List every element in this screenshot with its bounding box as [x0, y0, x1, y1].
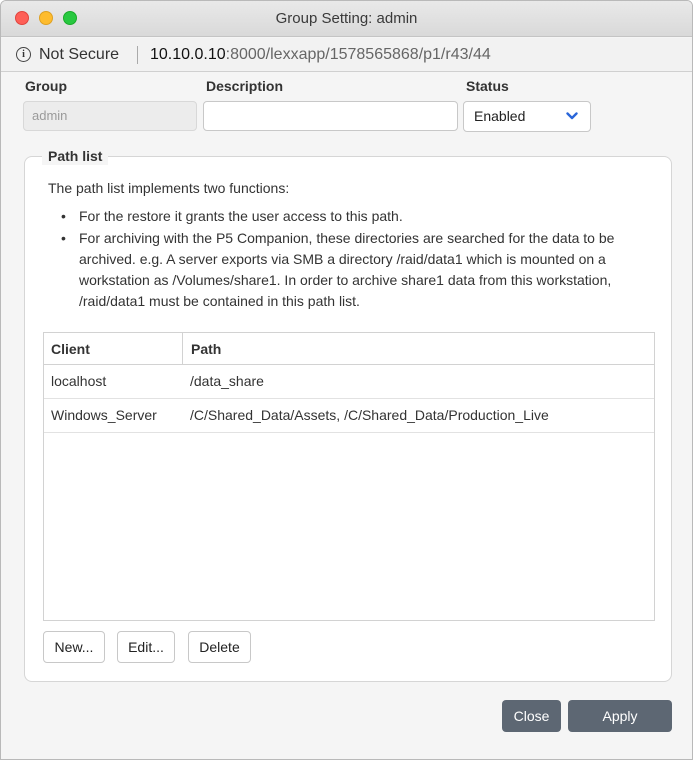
edit-path-button[interactable]: Edit... [117, 631, 175, 663]
client-cell: localhost [51, 373, 107, 389]
status-select-value: Enabled [474, 108, 526, 124]
delete-path-button[interactable]: Delete [188, 631, 251, 663]
table-header: Client Path [44, 333, 654, 365]
group-label: Group [25, 78, 67, 94]
column-header-path[interactable]: Path [183, 333, 221, 365]
new-path-button[interactable]: New... [43, 631, 105, 663]
address-divider [137, 46, 138, 64]
path-table: Client Path localhost /data_share Window… [43, 332, 655, 621]
dialog-window: Group Setting: admin i Not Secure 10.10.… [0, 0, 693, 760]
table-row[interactable]: localhost /data_share [44, 365, 654, 399]
status-select[interactable]: Enabled [463, 101, 591, 132]
column-header-client[interactable]: Client [44, 333, 183, 365]
window-title: Group Setting: admin [275, 10, 418, 27]
url-path: :8000/lexxapp/1578565868/p1/r43/44 [225, 46, 491, 63]
address-bar[interactable]: i Not Secure 10.10.0.10:8000/lexxapp/157… [1, 38, 692, 72]
description-label: Description [206, 78, 284, 94]
path-cell: /C/Shared_Data/Assets, /C/Shared_Data/Pr… [190, 407, 549, 423]
chevron-down-icon [566, 102, 578, 141]
info-icon[interactable]: i [16, 47, 31, 62]
path-list-explanation: For the restore it grants the user acces… [61, 206, 661, 313]
description-field[interactable] [203, 101, 458, 131]
list-item: For archiving with the P5 Companion, the… [61, 228, 661, 312]
group-name-field: admin [23, 101, 197, 131]
url-text[interactable]: 10.10.0.10:8000/lexxapp/1578565868/p1/r4… [150, 38, 491, 72]
table-row[interactable]: Windows_Server /C/Shared_Data/Assets, /C… [44, 399, 654, 433]
close-button[interactable]: Close [502, 700, 561, 732]
path-list-intro: The path list implements two functions: [48, 180, 290, 196]
path-list-legend: Path list [42, 147, 109, 165]
list-item: For the restore it grants the user acces… [61, 206, 661, 227]
apply-button[interactable]: Apply [568, 700, 672, 732]
url-host: 10.10.0.10 [150, 46, 226, 63]
title-bar[interactable]: Group Setting: admin [1, 1, 692, 37]
security-label[interactable]: Not Secure [39, 38, 119, 72]
client-cell: Windows_Server [51, 407, 157, 423]
path-cell: /data_share [190, 373, 264, 389]
status-label: Status [466, 78, 509, 94]
